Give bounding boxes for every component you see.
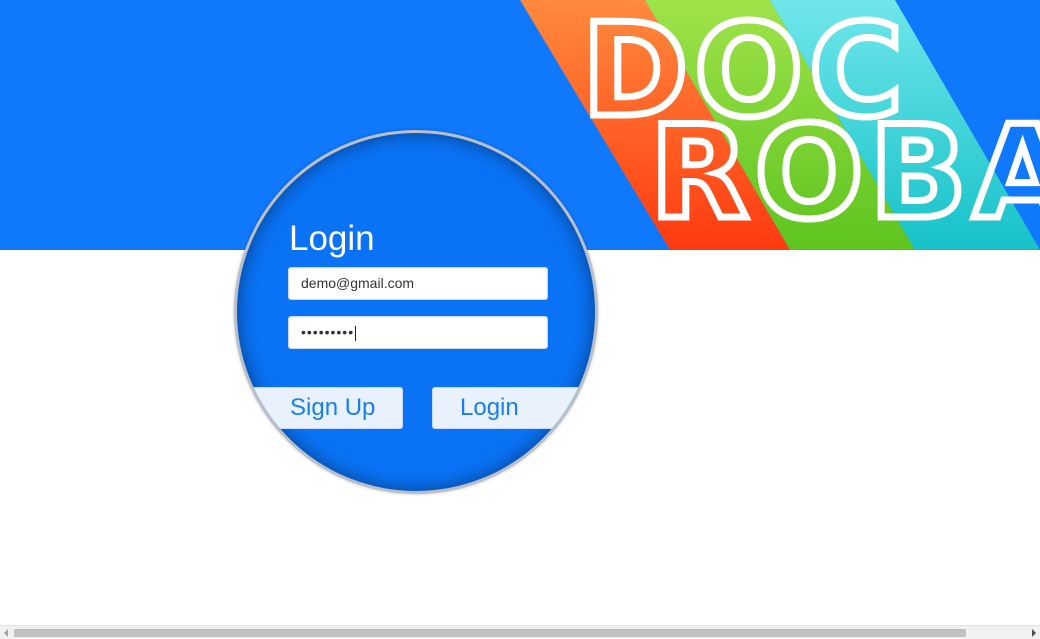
email-value: demo@gmail.com — [301, 275, 415, 291]
scrollbar-thumb[interactable] — [14, 629, 966, 637]
scroll-left-arrow-icon[interactable] — [4, 629, 8, 637]
horizontal-scrollbar[interactable] — [0, 625, 1040, 639]
logo-wordmark-line-2: R O B A — [647, 99, 1040, 248]
text-caret — [355, 325, 357, 341]
login-title: Login — [289, 219, 375, 258]
logo-letter: B — [866, 99, 973, 248]
logo-letter: R — [647, 99, 755, 248]
login-button[interactable]: Login — [432, 387, 595, 429]
scroll-right-arrow-icon[interactable] — [1032, 629, 1036, 637]
login-magnifier: Login demo@gmail.com ••••••••• Sign Up L… — [234, 130, 598, 494]
logo-letter: O — [751, 99, 870, 248]
logo-letter: A — [969, 99, 1040, 248]
password-field[interactable]: ••••••••• — [288, 316, 548, 349]
email-field[interactable]: demo@gmail.com — [288, 267, 548, 300]
sign-up-button[interactable]: Sign Up — [237, 387, 403, 429]
password-value: ••••••••• — [301, 324, 355, 340]
